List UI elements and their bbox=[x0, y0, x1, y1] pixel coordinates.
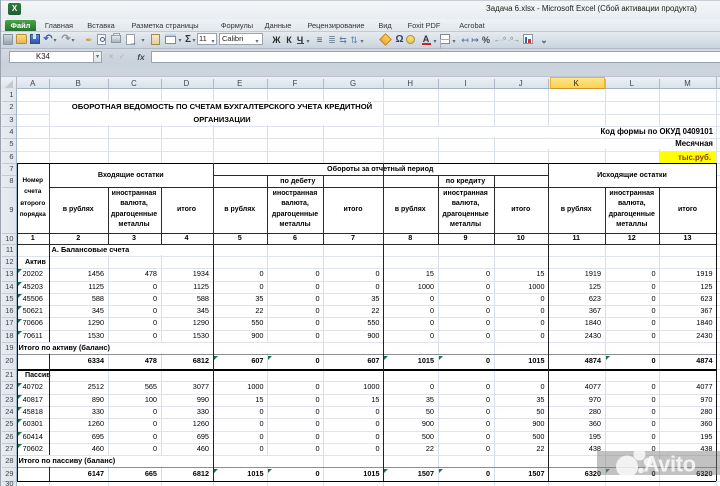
svg-text:Avito: Avito bbox=[644, 452, 696, 477]
